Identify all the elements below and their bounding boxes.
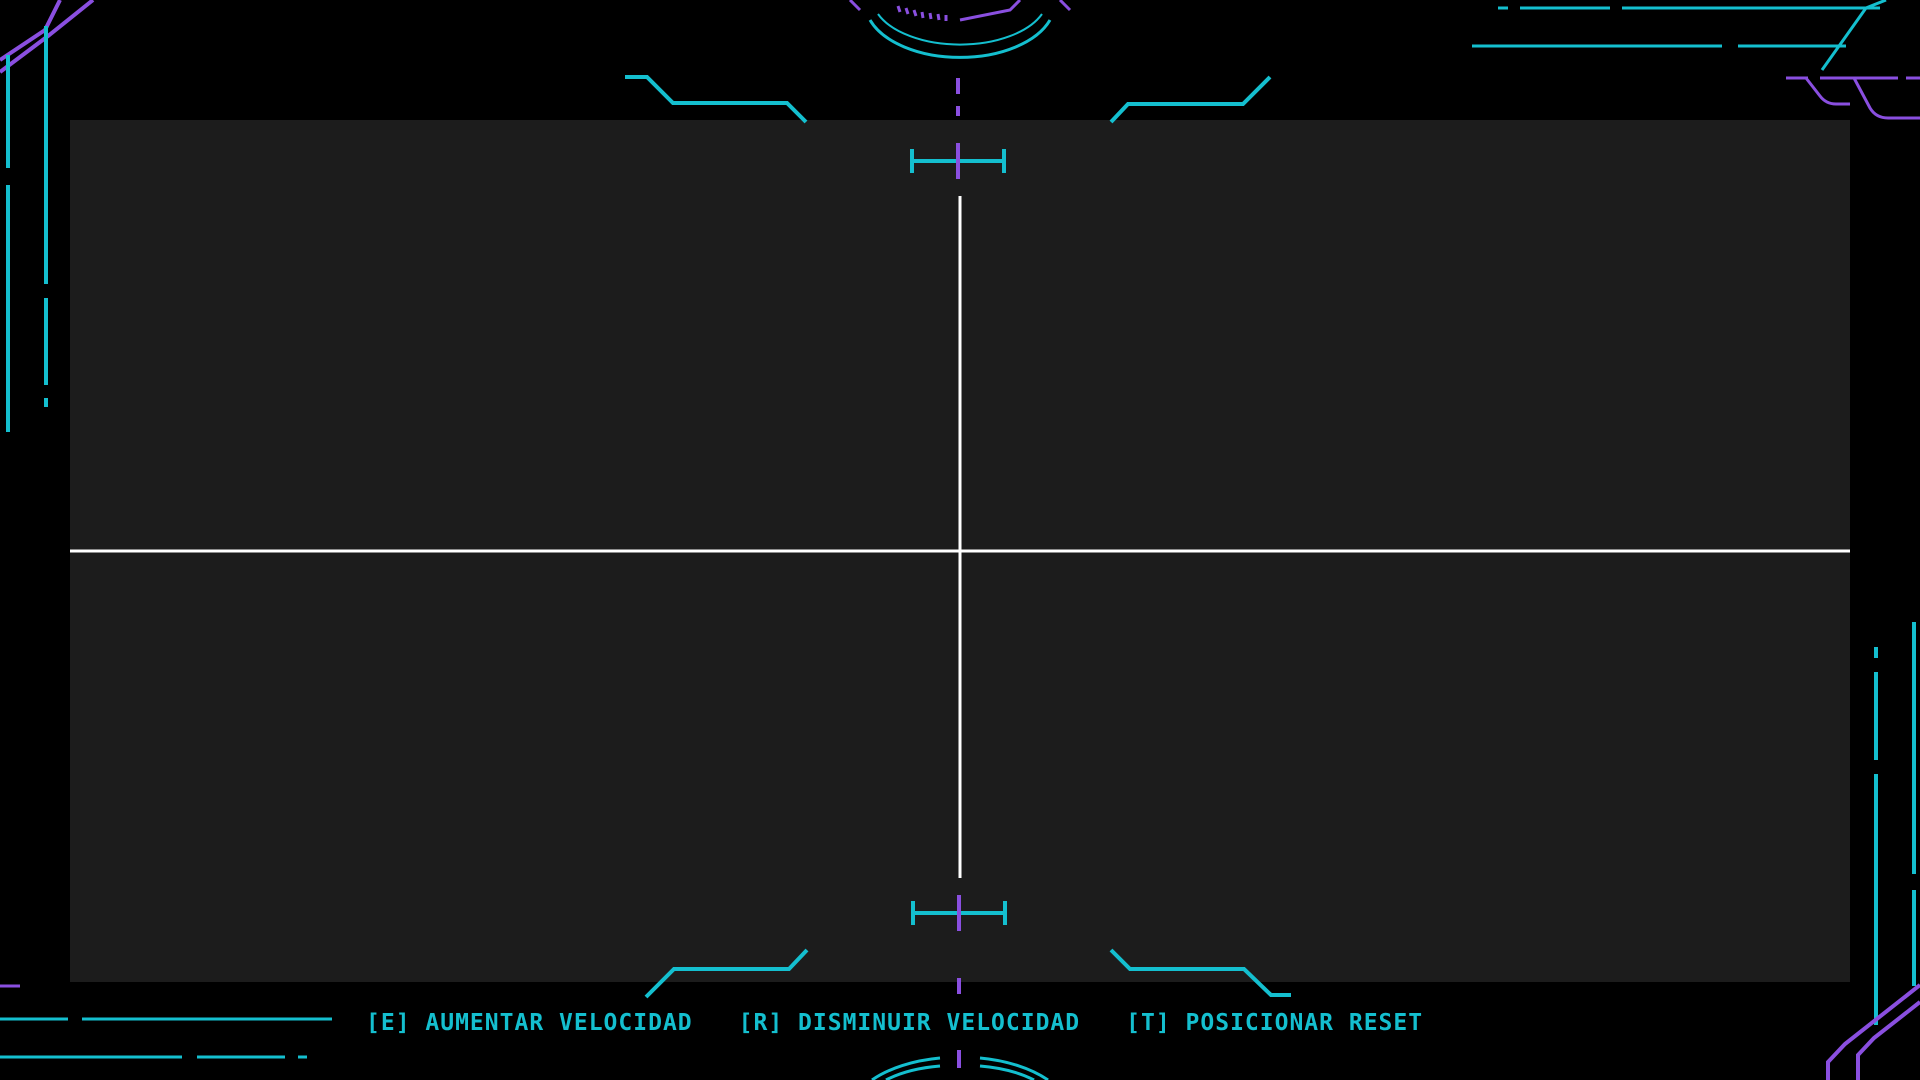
top-dome-ornament: [848, 0, 1072, 59]
hint-reset-position: [T] POSICIONAR RESET: [1126, 1010, 1424, 1036]
top-right-corner-ornament: [1472, 0, 1920, 120]
top-right-bracket: [1109, 75, 1272, 124]
bottom-left-corner-ornament: [0, 984, 332, 1059]
key-hints-bar: [E] AUMENTAR VELOCIDAD [R] DISMINUIR VEL…: [366, 1006, 1423, 1040]
top-left-bracket: [625, 75, 808, 124]
hint-increase-speed: [E] AUMENTAR VELOCIDAD: [366, 1010, 693, 1036]
hud-frame: [0, 0, 1920, 1080]
hint-decrease-speed: [R] DISMINUIR VELOCIDAD: [738, 1010, 1081, 1036]
